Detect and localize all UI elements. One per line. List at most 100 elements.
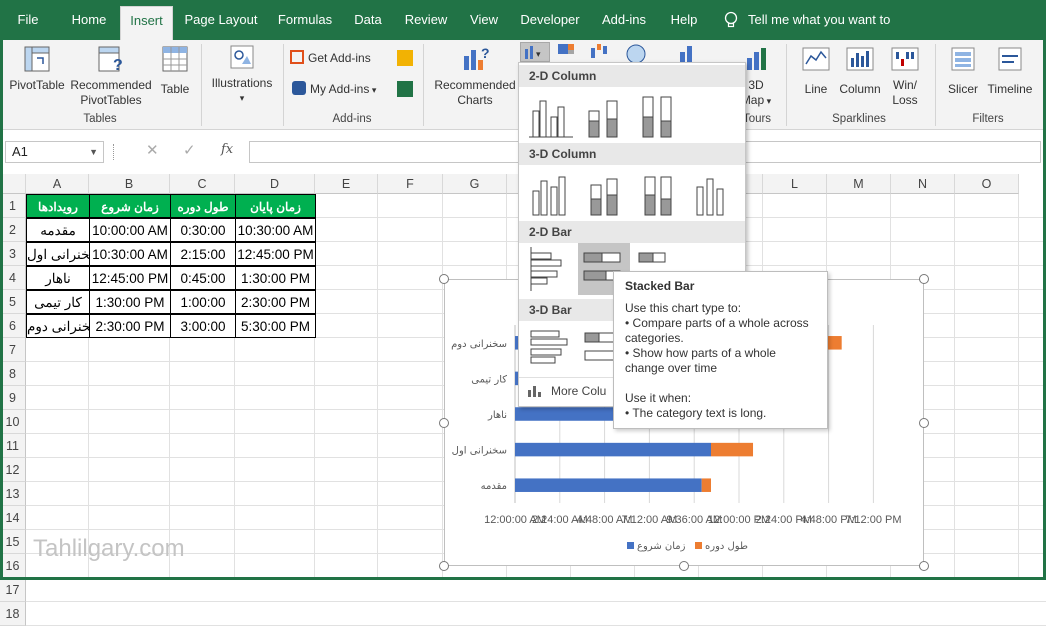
table-cell[interactable]: 2:30:00 PM [89, 314, 171, 338]
tab-add-ins[interactable]: Add-ins [598, 0, 650, 40]
3d-column-thumb[interactable] [687, 169, 739, 221]
100-stacked-column-thumb[interactable] [633, 91, 685, 143]
sparkline-line-button[interactable]: Line [796, 44, 836, 97]
drag-handle[interactable] [113, 144, 117, 160]
column-header-n[interactable]: N [891, 174, 955, 194]
column-chart-dropdown-button[interactable]: ▾ [520, 42, 550, 62]
resize-handle[interactable] [679, 561, 689, 571]
recommended-charts-button[interactable]: ? Recommended Charts [430, 44, 520, 108]
3d-stacked-column-thumb[interactable] [579, 169, 631, 221]
tab-developer[interactable]: Developer [517, 0, 583, 40]
table-header-cell[interactable]: زمان شروع [89, 194, 171, 218]
row-header-8[interactable]: 8 [0, 362, 26, 386]
my-add-ins-button[interactable]: My Add-ins ▾ [292, 81, 392, 98]
stacked-column-thumb[interactable] [579, 91, 631, 143]
table-cell[interactable]: 1:30:00 PM [89, 290, 171, 314]
resize-handle[interactable] [919, 274, 929, 284]
table-cell[interactable]: 1:30:00 PM [235, 266, 316, 290]
table-cell[interactable]: 2:30:00 PM [235, 290, 316, 314]
row-header-10[interactable]: 10 [0, 410, 26, 434]
column-header-l[interactable]: L [763, 174, 827, 194]
table-cell[interactable]: مقدمه [26, 218, 90, 242]
table-cell[interactable]: سخنرانی اول [26, 242, 90, 266]
tab-page-layout[interactable]: Page Layout [181, 0, 261, 40]
row-header-15[interactable]: 15 [0, 530, 26, 554]
3d-100-stacked-column-thumb[interactable] [633, 169, 685, 221]
tab-formulas[interactable]: Formulas [274, 0, 336, 40]
tab-file[interactable]: File [8, 0, 48, 40]
row-header-12[interactable]: 12 [0, 458, 26, 482]
resize-handle[interactable] [919, 561, 929, 571]
table-cell[interactable]: 10:00:00 AM [89, 218, 171, 242]
column-header-m[interactable]: M [827, 174, 891, 194]
row-header-14[interactable]: 14 [0, 506, 26, 530]
row-header-4[interactable]: 4 [0, 266, 26, 290]
row-header-7[interactable]: 7 [0, 338, 26, 362]
tab-view[interactable]: View [466, 0, 502, 40]
sparkline-column-button[interactable]: Column [836, 44, 884, 97]
column-header-b[interactable]: B [89, 174, 170, 194]
table-header-cell[interactable]: طول دوره [170, 194, 236, 218]
illustrations-button[interactable]: Illustrations ▾ [206, 42, 278, 106]
table-button[interactable]: Table [154, 44, 196, 97]
clustered-bar-thumb[interactable] [525, 243, 577, 295]
table-cell[interactable]: 0:45:00 [170, 266, 236, 290]
row-header-3[interactable]: 3 [0, 242, 26, 266]
resize-handle[interactable] [439, 561, 449, 571]
table-cell[interactable]: ناهار [26, 266, 90, 290]
tell-me-box[interactable]: Tell me what you want to do [748, 0, 908, 67]
table-cell[interactable]: 10:30:00 AM [89, 242, 171, 266]
slicer-button[interactable]: Slicer [942, 44, 984, 97]
column-header-o[interactable]: O [955, 174, 1019, 194]
table-cell[interactable]: 1:00:00 [170, 290, 236, 314]
table-cell[interactable]: سخنرانی دوم [26, 314, 90, 338]
people-graph-icon[interactable] [397, 81, 413, 97]
table-cell[interactable]: 3:00:00 [170, 314, 236, 338]
row-header-17[interactable]: 17 [0, 578, 26, 602]
pivottable-button[interactable]: PivotTable [4, 44, 70, 93]
enter-icon[interactable]: ✓ [183, 141, 196, 159]
table-cell[interactable]: 12:45:00 PM [89, 266, 171, 290]
table-cell[interactable]: 5:30:00 PM [235, 314, 316, 338]
column-header-g[interactable]: G [443, 174, 507, 194]
cancel-icon[interactable]: ✕ [146, 141, 159, 159]
row-header-16[interactable]: 16 [0, 554, 26, 578]
insert-function-button[interactable]: fx [221, 142, 233, 157]
name-box[interactable]: A1 ▼ [5, 141, 104, 163]
table-cell[interactable]: 10:30:00 AM [235, 218, 316, 242]
table-cell[interactable]: 0:30:00 [170, 218, 236, 242]
row-header-9[interactable]: 9 [0, 386, 26, 410]
recommended-pivottables-button[interactable]: ? Recommended PivotTables [68, 44, 154, 108]
table-header-cell[interactable]: رویدادها [26, 194, 90, 218]
waterfall-chart-icon[interactable] [588, 42, 614, 62]
column-header-a[interactable]: A [26, 174, 89, 194]
get-add-ins-button[interactable]: Get Add-ins [290, 50, 390, 66]
bing-maps-icon[interactable] [397, 50, 413, 66]
tab-help[interactable]: Help [666, 0, 702, 40]
sparkline-win-loss-button[interactable]: Win/ Loss [886, 44, 924, 108]
column-header-d[interactable]: D [235, 174, 315, 194]
row-header-6[interactable]: 6 [0, 314, 26, 338]
row-header-2[interactable]: 2 [0, 218, 26, 242]
3d-clustered-bar-thumb[interactable] [525, 323, 577, 375]
resize-handle[interactable] [919, 417, 929, 428]
tab-home[interactable]: Home [66, 0, 112, 40]
row-header-11[interactable]: 11 [0, 434, 26, 458]
row-header-18[interactable]: 18 [0, 602, 26, 626]
tab-review[interactable]: Review [401, 0, 451, 40]
select-all-corner[interactable] [0, 174, 26, 194]
tab-data[interactable]: Data [350, 0, 386, 40]
resize-handle[interactable] [439, 417, 449, 428]
tab-insert[interactable]: Insert [120, 6, 173, 40]
column-header-f[interactable]: F [378, 174, 443, 194]
row-header-5[interactable]: 5 [0, 290, 26, 314]
row-header-13[interactable]: 13 [0, 482, 26, 506]
timeline-button[interactable]: Timeline [984, 44, 1036, 97]
table-cell[interactable]: 12:45:00 PM [235, 242, 316, 266]
clustered-column-thumb[interactable] [525, 91, 577, 143]
table-cell[interactable]: کار تیمی [26, 290, 90, 314]
table-cell[interactable]: 2:15:00 [170, 242, 236, 266]
column-header-e[interactable]: E [315, 174, 378, 194]
table-header-cell[interactable]: زمان پایان [235, 194, 316, 218]
row-header-1[interactable]: 1 [0, 194, 26, 218]
